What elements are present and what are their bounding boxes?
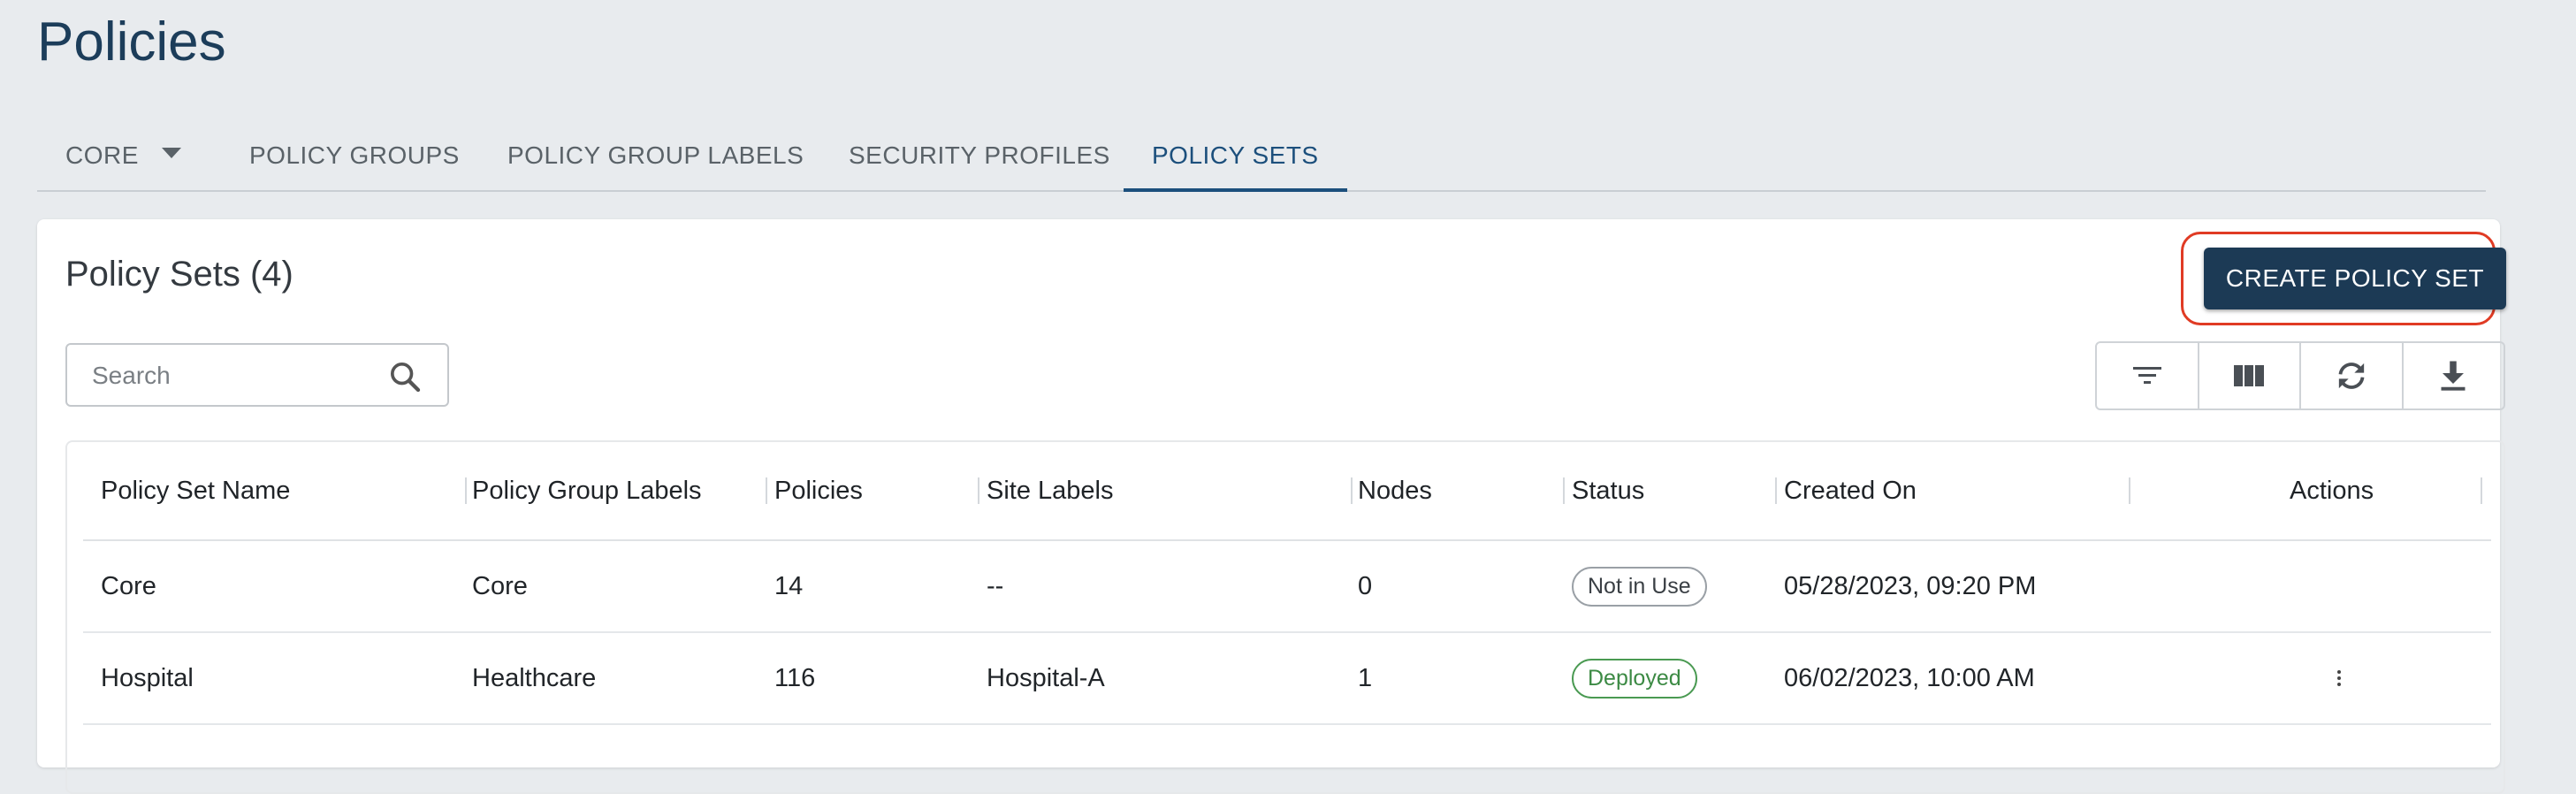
cell-created-on: 05/28/2023, 09:20 PM [1784, 571, 2037, 600]
table-toolbar [2095, 341, 2505, 410]
refresh-button[interactable] [2301, 343, 2404, 408]
cell-policies: 116 [774, 663, 816, 692]
column-header-policy-group-labels[interactable]: Policy Group Labels [472, 442, 702, 539]
column-divider [1775, 477, 1777, 504]
cell-policies: 14 [774, 571, 804, 600]
policy-sets-table: Policy Set Name Policy Group Labels Poli… [65, 440, 2505, 794]
tab-policy-group-labels[interactable]: POLICY GROUP LABELS [507, 130, 804, 188]
cell-created-on: 06/02/2023, 10:00 AM [1784, 663, 2035, 692]
table-row[interactable]: Core Core 14 -- 0 Not in Use 05/28/2023,… [83, 541, 2491, 633]
create-policy-set-button[interactable]: CREATE POLICY SET [2204, 248, 2506, 309]
column-divider [2129, 477, 2130, 504]
columns-button[interactable] [2199, 343, 2301, 408]
cell-site-labels: -- [987, 571, 1004, 600]
download-icon [2441, 361, 2465, 391]
column-divider [465, 477, 467, 504]
cell-status: Deployed [1572, 633, 1697, 723]
column-header-nodes[interactable]: Nodes [1358, 442, 1432, 539]
cell-nodes: 0 [1358, 571, 1373, 600]
cell-site-labels: Hospital-A [987, 663, 1105, 692]
column-divider [1351, 477, 1353, 504]
column-header-policy-set-name[interactable]: Policy Set Name [101, 442, 290, 539]
filter-button[interactable] [2097, 343, 2199, 408]
column-header-policies[interactable]: Policies [774, 442, 863, 539]
cell-policy-group-labels: Healthcare [472, 663, 597, 692]
column-header-actions: Actions [2290, 476, 2374, 505]
caret-down-icon [161, 148, 181, 158]
column-divider [766, 477, 767, 504]
search-icon[interactable] [387, 359, 423, 394]
cell-nodes: 1 [1358, 663, 1373, 692]
column-header-site-labels[interactable]: Site Labels [987, 442, 1114, 539]
filter-icon [2132, 367, 2161, 384]
refresh-icon [2338, 363, 2365, 389]
cell-policy-set-name: Core [101, 571, 156, 600]
cell-actions [2328, 633, 2350, 723]
card-title: Policy Sets (4) [65, 255, 293, 294]
tab-policy-sets[interactable]: POLICY SETS [1124, 130, 1347, 192]
search-input[interactable] [90, 345, 385, 407]
download-button[interactable] [2404, 343, 2504, 408]
tab-core-label: CORE [65, 141, 139, 169]
tab-core[interactable]: CORE [65, 130, 181, 188]
column-header-status[interactable]: Status [1572, 442, 1644, 539]
column-divider [1563, 477, 1565, 504]
search-field [65, 343, 449, 407]
cell-status: Not in Use [1572, 541, 1707, 631]
tab-security-profiles[interactable]: SECURITY PROFILES [849, 130, 1110, 188]
column-header-created-on[interactable]: Created On [1784, 442, 1917, 539]
column-divider [978, 477, 979, 504]
cell-policy-group-labels: Core [472, 571, 528, 600]
cell-policy-set-name: Hospital [101, 663, 194, 692]
page-title: Policies [37, 11, 226, 73]
status-badge: Deployed [1572, 658, 1697, 699]
more-actions-icon[interactable] [2328, 670, 2350, 686]
column-divider [2481, 477, 2482, 504]
table-header-row: Policy Set Name Policy Group Labels Poli… [83, 442, 2491, 541]
tab-bar: CORE POLICY GROUPS POLICY GROUP LABELS S… [37, 119, 2486, 192]
tab-policy-groups[interactable]: POLICY GROUPS [249, 130, 460, 188]
table-row[interactable]: Hospital Healthcare 116 Hospital-A 1 Dep… [83, 633, 2491, 725]
columns-icon [2234, 365, 2265, 386]
status-badge: Not in Use [1572, 566, 1707, 607]
policy-sets-card: Policy Sets (4) CREATE POLICY SET Search… [37, 219, 2506, 794]
